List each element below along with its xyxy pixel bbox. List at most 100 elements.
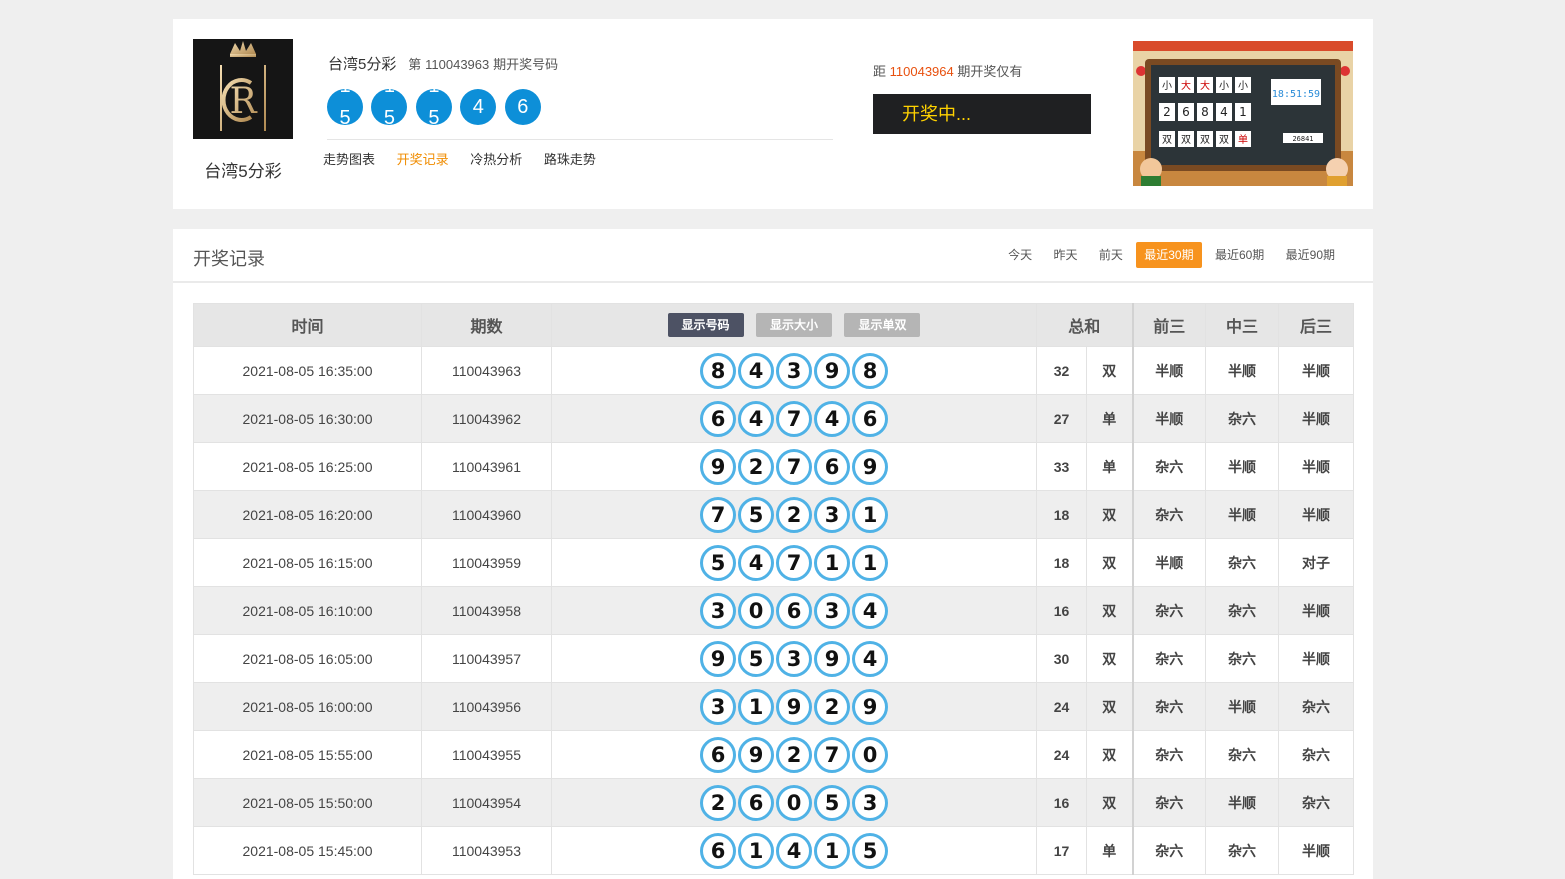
row-front3: 杂六 [1131,586,1207,635]
sub-nav: 走势图表 开奖记录 冷热分析 路珠走势 [323,149,614,168]
row-back3: 半顺 [1278,586,1355,635]
row-sum-parity: 双 [1085,586,1134,635]
next-prefix: 距 [873,64,887,79]
row-sum-parity: 双 [1085,538,1134,587]
filter-last-30[interactable]: 最近30期 [1136,242,1202,268]
row-mid3: 杂六 [1205,538,1280,587]
table-header-row: 时间 期数 显示号码 显示大小 显示单双 总和 前三 中三 后三 [193,303,1355,347]
svg-text:双: 双 [1162,134,1172,146]
col-front3: 前三 [1131,303,1207,347]
filter-last-60[interactable]: 最近60期 [1207,242,1272,268]
filter-today[interactable]: 今天 [1000,242,1040,268]
svg-text:双: 双 [1219,134,1229,146]
range-filters: 今天 昨天 前天 最近30期 最近60期 最近90期 [998,242,1343,268]
table-row: 2021-08-05 16:00:00 110043956 3 1 9 2 9 24 双杂六 半顺… [193,682,1355,731]
number-ball: 0 [776,784,812,821]
row-issue: 110043957 [421,634,552,683]
row-issue: 110043963 [421,346,552,395]
current-draw-balls: 15 15 15 4 6 [327,89,545,127]
row-sum: 30 [1036,634,1087,683]
row-sum: 18 [1036,538,1087,587]
row-mid3: 杂六 [1205,586,1280,635]
number-ball: 7 [776,544,812,581]
rolling-ball: 15 [327,89,363,125]
number-ball: 5 [738,640,774,677]
show-size-button[interactable]: 显示大小 [755,313,832,337]
row-sum: 18 [1036,490,1087,539]
number-ball: 0 [852,736,888,773]
number-ball: 9 [738,736,774,773]
row-sum: 16 [1036,586,1087,635]
records-table: 时间 期数 显示号码 显示大小 显示单双 总和 前三 中三 后三 2021-08… [193,303,1355,875]
issue-prefix: 第 [408,57,422,72]
row-back3: 杂六 [1278,778,1355,827]
row-back3: 对子 [1278,538,1355,587]
svg-text:2: 2 [1163,105,1171,119]
row-time: 2021-08-05 16:30:00 [193,394,422,443]
row-time: 2021-08-05 16:15:00 [193,538,422,587]
number-ball: 1 [738,688,774,725]
row-issue: 110043960 [421,490,552,539]
row-sum-parity: 双 [1085,490,1134,539]
number-ball: 5 [700,544,736,581]
table-row: 2021-08-05 16:15:00 110043959 5 4 7 1 1 18 双半顺 杂六… [193,538,1355,587]
row-front3: 半顺 [1131,538,1207,587]
row-front3: 半顺 [1131,394,1207,443]
svg-text:6: 6 [1182,105,1190,119]
svg-text:大: 大 [1181,79,1191,92]
nav-trend-chart[interactable]: 走势图表 [323,152,375,167]
number-ball: 4 [738,544,774,581]
number-ball: 5 [738,496,774,533]
col-issue: 期数 [421,303,552,347]
table-row: 2021-08-05 16:05:00 110043957 9 5 3 9 4 30 双杂六 杂六… [193,634,1355,683]
number-ball: 9 [700,448,736,485]
row-mid3: 半顺 [1205,346,1280,395]
row-back3: 半顺 [1278,394,1355,443]
svg-text:双: 双 [1200,134,1210,146]
number-ball: 6 [700,736,736,773]
filter-last-90[interactable]: 最近90期 [1278,242,1343,268]
number-ball: 8 [852,352,888,389]
col-numbers: 显示号码 显示大小 显示单双 [551,303,1037,347]
rolling-ball: 15 [371,89,408,125]
row-mid3: 杂六 [1205,394,1280,443]
nav-road-bead[interactable]: 路珠走势 [544,152,596,167]
number-ball: 7 [700,496,736,533]
row-sum: 24 [1036,730,1087,779]
nav-hot-cold[interactable]: 冷热分析 [470,152,522,167]
show-parity-button[interactable]: 显示单双 [844,313,921,337]
svg-text:1: 1 [1239,105,1247,119]
row-back3: 杂六 [1278,730,1355,779]
row-back3: 半顺 [1278,442,1355,491]
svg-text:双: 双 [1181,134,1191,146]
col-time: 时间 [193,303,422,347]
filter-day-before[interactable]: 前天 [1091,242,1131,268]
svg-text:小: 小 [1162,80,1172,92]
row-time: 2021-08-05 15:50:00 [193,778,422,827]
row-sum-parity: 双 [1085,346,1134,395]
show-number-button[interactable]: 显示号码 [667,313,744,337]
row-front3: 杂六 [1131,778,1207,827]
row-front3: 杂六 [1131,442,1207,491]
divider [173,281,1373,283]
result-ball: 4 [460,89,497,125]
rolling-ball: 15 [415,89,452,125]
nav-draw-records[interactable]: 开奖记录 [397,152,449,167]
table-row: 2021-08-05 16:35:00 110043963 8 4 3 9 8 32 双半顺 半顺… [193,346,1355,395]
row-sum: 24 [1036,682,1087,731]
row-time: 2021-08-05 16:35:00 [193,346,422,395]
draw-records-card: 开奖记录 今天 昨天 前天 最近30期 最近60期 最近90期 时间 期数 显示… [173,229,1373,879]
row-sum-parity: 双 [1085,778,1134,827]
row-numbers: 84398 [551,346,1037,395]
filter-yesterday[interactable]: 昨天 [1046,242,1086,268]
number-ball: 1 [738,832,774,869]
row-front3: 杂六 [1131,490,1207,539]
current-issue-title: 台湾5分彩 第 110043963 期开奖号码 [328,53,558,74]
svg-text:单: 单 [1238,134,1248,146]
row-mid3: 半顺 [1205,778,1280,827]
table-row: 2021-08-05 15:55:00 110043955 6 9 2 7 0 24 双杂六 杂六… [193,730,1355,779]
row-issue: 110043955 [421,730,552,779]
row-numbers: 69270 [551,730,1037,779]
row-sum: 32 [1036,346,1087,395]
result-ball: 6 [504,89,541,125]
